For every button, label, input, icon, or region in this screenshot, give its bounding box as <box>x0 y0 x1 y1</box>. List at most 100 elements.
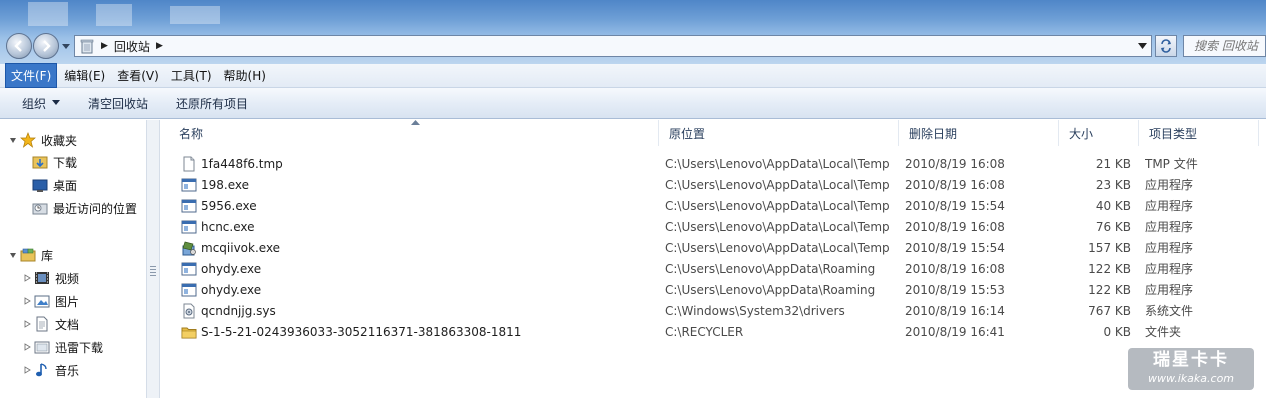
navigation-pane: 收藏夹 下载 桌面 最近访问的位置 库 视频 图片 文档 迅雷下载 音乐 <box>0 120 146 398</box>
nav-desktop[interactable]: 桌面 <box>32 174 77 196</box>
blank-file-icon <box>183 156 195 171</box>
library-icon <box>20 248 36 262</box>
expand-arrow-icon[interactable] <box>22 342 32 352</box>
cell-location: C:\Users\Lenovo\AppData\Local\Temp <box>665 240 890 255</box>
chevron-down-icon[interactable] <box>1138 42 1147 50</box>
table-row[interactable]: 1fa448f6.tmp C:\Users\Lenovo\AppData\Loca… <box>161 153 1266 174</box>
cell-location: C:\Windows\System32\drivers <box>665 303 845 318</box>
expand-arrow-icon[interactable] <box>22 296 32 306</box>
cell-deleted-date: 2010/8/19 16:08 <box>905 261 1005 276</box>
expand-arrow-icon[interactable] <box>22 365 32 375</box>
breadcrumb-separator-icon[interactable]: ▶ <box>156 41 163 51</box>
menu-view[interactable]: 查看(V) <box>112 64 164 87</box>
menu-file[interactable]: 文件(F) <box>5 63 58 88</box>
cell-name: mcqiivok.exe <box>181 237 657 258</box>
downloads-folder-icon <box>32 156 48 169</box>
search-input[interactable] <box>1194 39 1265 53</box>
nav-videos[interactable]: 视频 <box>22 267 79 289</box>
column-header-type[interactable]: 项目类型 <box>1139 120 1259 146</box>
nav-documents[interactable]: 文档 <box>22 313 79 335</box>
cell-location: C:\Users\Lenovo\AppData\Roaming <box>665 282 876 297</box>
cell-type: TMP 文件 <box>1145 157 1198 171</box>
setup-exe-icon <box>182 241 196 255</box>
nav-pictures[interactable]: 图片 <box>22 290 79 312</box>
cell-deleted-date: 2010/8/19 16:08 <box>905 156 1005 171</box>
nav-downloads-label: 下载 <box>53 155 78 170</box>
cell-type: 应用程序 <box>1145 178 1194 192</box>
cell-location: C:\Users\Lenovo\AppData\Local\Temp <box>665 219 890 234</box>
breadcrumb-separator-icon[interactable]: ▶ <box>101 41 108 51</box>
star-icon <box>20 132 36 148</box>
table-row[interactable]: S-1-5-21-0243936033-3052116371-381863308… <box>161 321 1266 342</box>
table-row[interactable]: mcqiivok.exe C:\Users\Lenovo\AppData\Loca… <box>161 237 1266 258</box>
arrow-left-icon <box>14 40 22 52</box>
table-row[interactable]: ohydy.exe C:\Users\Lenovo\AppData\Roaming… <box>161 258 1266 279</box>
cell-name: ohydy.exe <box>181 279 657 300</box>
exe-icon <box>181 199 197 212</box>
exe-icon <box>181 178 197 191</box>
menu-edit[interactable]: 编辑(E) <box>59 64 110 87</box>
cell-deleted-date: 2010/8/19 16:14 <box>905 303 1005 318</box>
file-name: mcqiivok.exe <box>201 240 281 255</box>
organize-button[interactable]: 组织 <box>14 91 68 116</box>
address-bar[interactable]: ▶ 回收站 ▶ <box>74 35 1152 57</box>
command-bar: 组织 清空回收站 还原所有项目 <box>0 88 1266 119</box>
recent-pages-dropdown[interactable] <box>62 42 70 50</box>
column-header-deleted[interactable]: 删除日期 <box>899 120 1059 146</box>
column-header-size[interactable]: 大小 <box>1059 120 1139 146</box>
splitter-grip[interactable] <box>150 266 156 276</box>
refresh-button[interactable] <box>1155 35 1177 57</box>
menu-help[interactable]: 帮助(H) <box>219 64 271 87</box>
breadcrumb-recycle-bin[interactable]: 回收站 <box>114 38 150 55</box>
cell-size: 21 KB <box>1095 156 1131 171</box>
file-name: hcnc.exe <box>201 219 255 234</box>
cell-name: 198.exe <box>181 174 657 195</box>
pane-splitter[interactable] <box>146 120 160 398</box>
expand-arrow-icon[interactable] <box>22 273 32 283</box>
nav-downloads[interactable]: 下载 <box>32 151 77 173</box>
folder-library-icon <box>34 341 50 354</box>
column-header-location[interactable]: 原位置 <box>659 120 899 146</box>
file-name: ohydy.exe <box>201 261 262 276</box>
cell-deleted-date: 2010/8/19 16:41 <box>905 324 1005 339</box>
cell-name: qcndnjjg.sys <box>181 300 657 321</box>
cell-size: 767 KB <box>1088 303 1131 318</box>
cell-location: C:\Users\Lenovo\AppData\Roaming <box>665 261 876 276</box>
nav-favorites[interactable]: 收藏夹 <box>8 129 77 151</box>
cell-deleted-date: 2010/8/19 15:53 <box>905 282 1005 297</box>
table-row[interactable]: 5956.exe C:\Users\Lenovo\AppData\Local\Te… <box>161 195 1266 216</box>
exe-icon <box>181 220 197 233</box>
cell-type: 文件夹 <box>1145 325 1182 339</box>
back-button[interactable] <box>6 33 32 59</box>
refresh-icon <box>1161 39 1171 53</box>
collapse-arrow-icon[interactable] <box>8 135 18 145</box>
cell-name: S-1-5-21-0243936033-3052116371-381863308… <box>181 321 657 342</box>
watermark-title: 瑞星卡卡 <box>1153 350 1229 370</box>
nav-xunlei-downloads[interactable]: 迅雷下载 <box>22 336 103 358</box>
cell-deleted-date: 2010/8/19 16:08 <box>905 177 1005 192</box>
restore-all-button[interactable]: 还原所有项目 <box>168 91 256 116</box>
table-row[interactable]: hcnc.exe C:\Users\Lenovo\AppData\Local\Te… <box>161 216 1266 237</box>
search-box[interactable] <box>1183 35 1266 57</box>
empty-recycle-bin-button[interactable]: 清空回收站 <box>80 91 156 116</box>
menu-tools[interactable]: 工具(T) <box>166 64 217 87</box>
cell-deleted-date: 2010/8/19 15:54 <box>905 240 1005 255</box>
cell-name: 1fa448f6.tmp <box>181 153 657 174</box>
forward-button[interactable] <box>33 33 59 59</box>
nav-documents-label: 文档 <box>55 317 80 332</box>
desktop-icon <box>32 179 48 192</box>
nav-recent-places[interactable]: 最近访问的位置 <box>32 197 137 219</box>
cell-deleted-date: 2010/8/19 16:08 <box>905 219 1005 234</box>
table-row[interactable]: 198.exe C:\Users\Lenovo\AppData\Local\Tem… <box>161 174 1266 195</box>
table-row[interactable]: ohydy.exe C:\Users\Lenovo\AppData\Roaming… <box>161 279 1266 300</box>
expand-arrow-icon[interactable] <box>22 319 32 329</box>
nav-music[interactable]: 音乐 <box>22 359 79 381</box>
nav-recent-label: 最近访问的位置 <box>53 201 138 216</box>
table-row[interactable]: qcndnjjg.sys C:\Windows\System32\drivers 2… <box>161 300 1266 321</box>
nav-libraries-label: 库 <box>41 248 54 263</box>
cell-size: 122 KB <box>1088 261 1131 276</box>
nav-libraries[interactable]: 库 <box>8 244 53 266</box>
cell-size: 157 KB <box>1088 240 1131 255</box>
recent-places-icon <box>32 203 48 215</box>
collapse-arrow-icon[interactable] <box>8 250 18 260</box>
